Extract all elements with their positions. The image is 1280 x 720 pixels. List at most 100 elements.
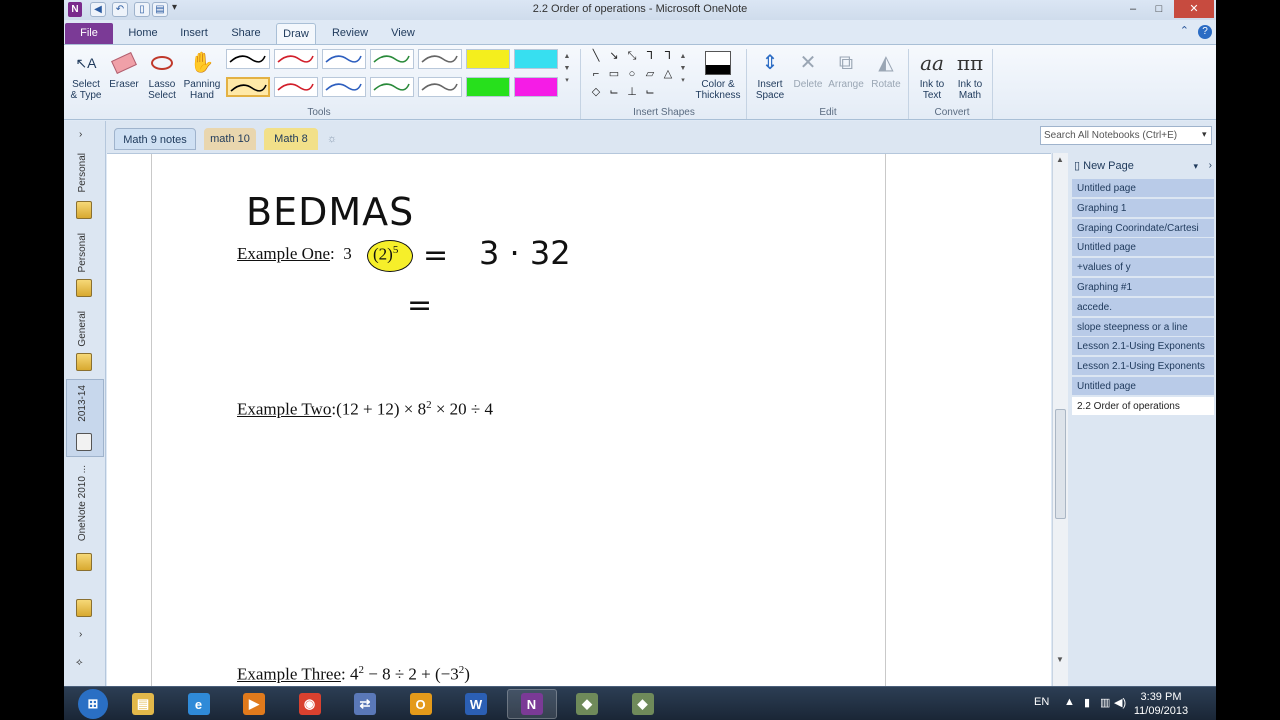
section-tab-math-10[interactable]: math 10 [204,128,256,150]
page-item[interactable]: 2.2 Order of operations [1072,396,1214,416]
taskbar-internet-explorer[interactable]: e [174,689,224,719]
ink-equals-2[interactable]: = [407,288,432,323]
scroll-up-icon[interactable]: ▲ [1056,155,1064,164]
highlighter-swatch[interactable] [466,49,510,69]
example-one[interactable]: Example One: 3 [237,244,352,264]
taskbar-outlook[interactable]: O [396,689,446,719]
page-item[interactable]: Untitled page [1072,179,1214,198]
close-button[interactable]: ✕ [1174,0,1214,18]
battery-icon[interactable]: ▮ [1084,696,1090,709]
line-shape-icon[interactable]: ╲ [588,49,604,63]
axis3-shape-icon[interactable]: ⌐ [588,67,604,81]
page-item[interactable]: +values of y [1072,258,1214,278]
scroll-down-icon[interactable]: ▼ [1056,655,1064,664]
pen-swatch[interactable] [274,49,318,69]
axis6-shape-icon[interactable]: ⌙ [642,85,658,99]
ink-to-math-button[interactable]: ππ Ink to Math [950,47,990,102]
notebook-label-general[interactable]: General [77,311,88,347]
diamond-shape-icon[interactable]: ◇ [588,85,604,99]
example-three[interactable]: Example Three: 42 − 8 ÷ 2 + (−32) [237,664,470,685]
page-scrollbar[interactable]: ▲ ▼ [1052,153,1068,686]
unfiled-notes-icon[interactable] [76,599,92,617]
help-icon[interactable]: ? [1198,25,1212,39]
taskbar-onenote[interactable]: N [506,689,557,719]
axis5-shape-icon[interactable]: ⊥ [624,85,640,99]
volume-icon[interactable]: ◀) [1114,696,1126,709]
select-type-button[interactable]: ↖A Select & Type [66,47,106,102]
language-indicator[interactable]: EN [1034,696,1049,708]
open-notebook-icon[interactable] [76,433,92,451]
new-section-icon[interactable]: ☼ [322,128,342,150]
delete-button[interactable]: ✕ Delete [788,47,828,91]
arrow-shape-icon[interactable]: ↘ [606,49,622,63]
taskbar-word[interactable]: W [451,689,501,719]
scrollbar-thumb[interactable] [1055,409,1066,519]
page-item[interactable]: Graping Coorindate/Cartesi [1072,218,1214,238]
taskbar-start-orb[interactable]: ⊞ [68,689,118,719]
page-item[interactable]: Graphing 1 [1072,198,1214,218]
taskbar-explorer[interactable]: ▤ [118,689,168,719]
notebook-label-2013-14[interactable]: 2013-14 [77,385,88,422]
heading-bedmas[interactable]: BEDMAS [246,190,414,234]
color-thickness-button[interactable]: Color & Thickness [694,47,742,101]
section-tab-math-9-notes[interactable]: Math 9 notes [114,128,196,150]
page-item[interactable]: slope steepness or a line [1072,317,1214,337]
panning-hand-button[interactable]: ✋ Panning Hand [182,47,222,102]
pen-swatch[interactable] [370,77,414,97]
pen-swatch[interactable] [322,77,366,97]
pen-swatch[interactable] [226,49,270,69]
page-item[interactable]: accede. [1072,297,1214,317]
taskbar-app-diamond-2[interactable]: ◆ [618,689,668,719]
pen-swatch[interactable] [418,49,462,69]
parallelogram-shape-icon[interactable]: ▱ [642,67,658,81]
pages-collapse-icon[interactable]: › [1209,157,1212,175]
highlighter-swatch[interactable] [514,77,558,97]
tab-file[interactable]: File [65,23,113,44]
highlighter-swatch[interactable] [514,49,558,69]
pin-icon[interactable]: ⟡ [76,657,83,668]
page-item[interactable]: Untitled page [1072,377,1214,396]
double-arrow-shape-icon[interactable]: ⤡ [624,49,640,63]
page-item[interactable]: Lesson 2.1-Using Exponents [1072,357,1214,377]
axis2-shape-icon[interactable]: ⅂ [660,49,676,63]
tab-share[interactable]: Share [226,23,266,44]
arrange-button[interactable]: ⧉ Arrange [826,47,866,91]
tab-view[interactable]: View [384,23,422,44]
lasso-select-button[interactable]: Lasso Select [142,47,182,101]
ink-to-text-button[interactable]: aa Ink to Text [912,47,952,102]
new-page-button[interactable]: ▯ New Page ▾ › [1074,157,1212,175]
note-page[interactable]: BEDMAS Example One: 3 (2)5 = 3 · 32 = Ex… [107,153,1051,686]
search-input[interactable]: Search All Notebooks (Ctrl+E) [1040,126,1212,145]
expand-nav-icon[interactable]: › [79,129,82,140]
ellipse-shape-icon[interactable]: ○ [624,67,640,81]
rotate-button[interactable]: ◭ Rotate [866,47,906,91]
taskbar-chrome[interactable]: ◉ [285,689,335,719]
maximize-button[interactable]: □ [1146,0,1172,18]
taskbar-app-diamond-1[interactable]: ◆ [562,689,612,719]
shapes-gallery-scroll[interactable]: ▲ ▼ ▾ [678,51,688,87]
pen-swatch[interactable] [274,77,318,97]
pen-gallery-scroll[interactable]: ▲ ▼ ▾ [562,51,572,87]
tab-insert[interactable]: Insert [174,23,214,44]
section-tab-math-8[interactable]: Math 8 [264,128,318,150]
collapse-ribbon-icon[interactable]: ⌃ [1180,25,1189,37]
network-icon[interactable]: ▥ [1100,696,1110,709]
pen-swatch[interactable] [418,77,462,97]
notebook-label-onenote-2010[interactable]: OneNote 2010 ... [77,465,88,541]
search-dropdown-icon[interactable]: ▾ [1202,129,1207,140]
page-item[interactable]: Graphing #1 [1072,278,1214,297]
triangle-shape-icon[interactable]: △ [660,67,676,81]
notebook-label-personal-2[interactable]: Personal [77,233,88,272]
axis-shape-icon[interactable]: ⅂ [642,49,658,63]
pen-swatch[interactable] [370,49,414,69]
notebook-icon[interactable] [76,279,92,297]
notebook-icon[interactable] [76,201,92,219]
page-item[interactable]: Lesson 2.1-Using Exponents [1072,337,1214,357]
pen-swatch[interactable] [322,49,366,69]
system-clock[interactable]: 3:39 PM 11/09/2013 [1126,690,1196,718]
tab-draw[interactable]: Draw [276,23,316,44]
ink-result[interactable]: 3 · 32 [479,234,571,272]
rectangle-shape-icon[interactable]: ▭ [606,67,622,81]
minimize-button[interactable]: – [1120,0,1146,18]
page-item[interactable]: Untitled page [1072,238,1214,258]
